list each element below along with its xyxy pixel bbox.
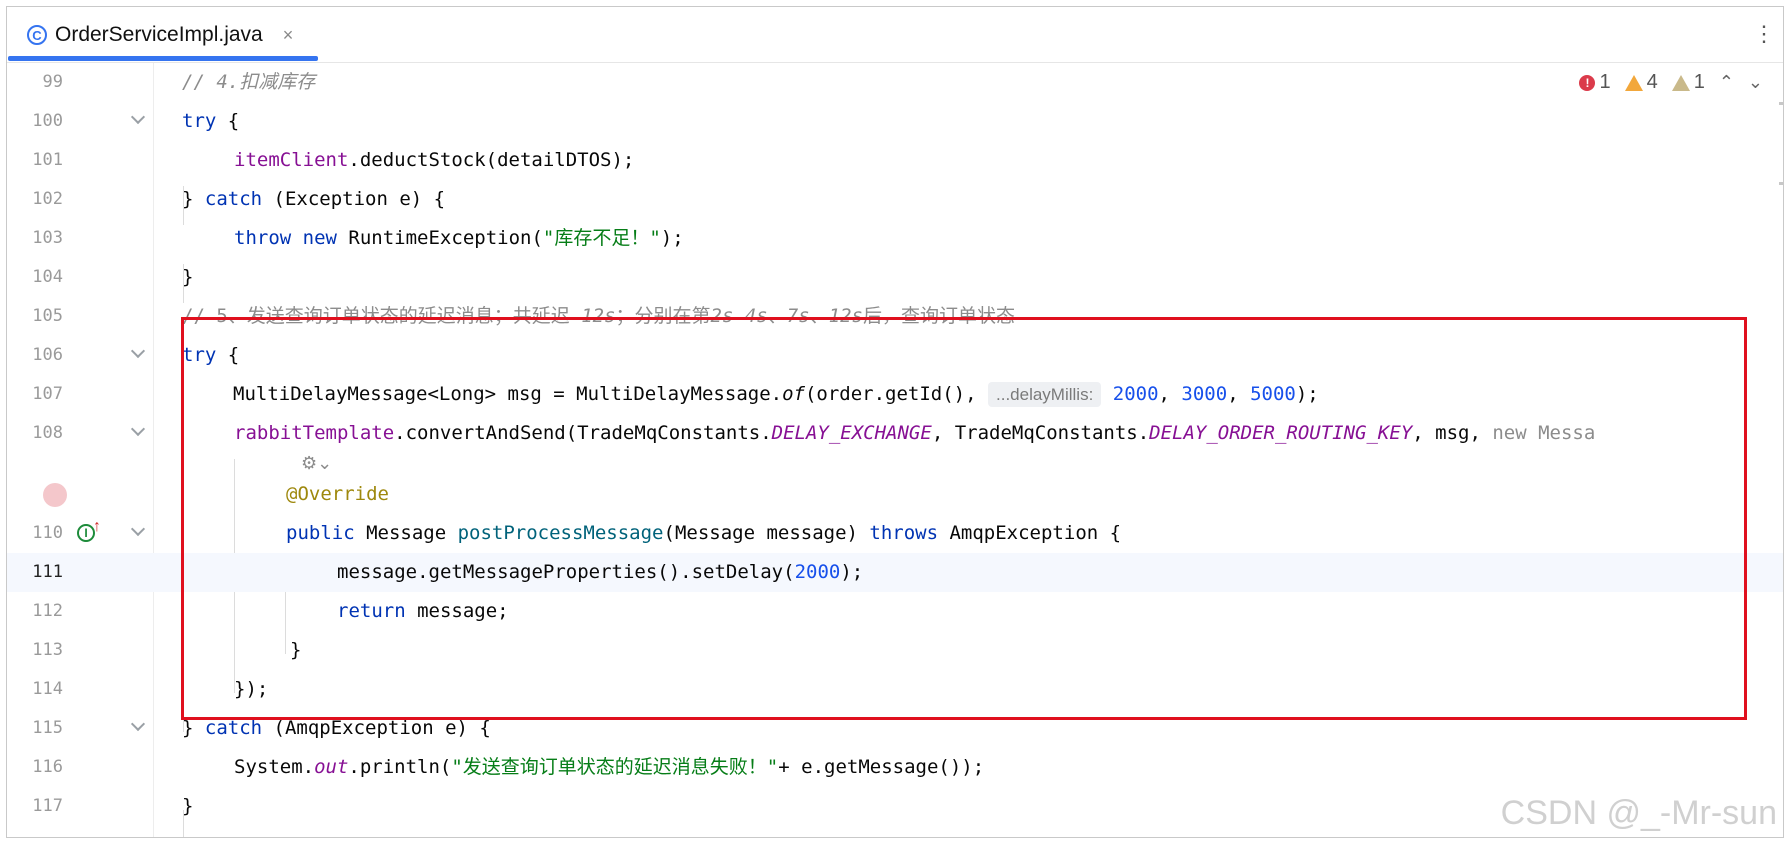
fold-icon[interactable] <box>130 343 146 359</box>
code-line: 99 // 4.扣减库存 <box>7 63 1783 102</box>
watermark: CSDN @_-Mr-sun <box>1500 794 1777 832</box>
line-number: 113 <box>32 640 63 660</box>
line-number: 112 <box>32 601 63 621</box>
code-text: } <box>182 795 194 817</box>
code-text: } <box>182 266 194 288</box>
breakpoint-icon[interactable] <box>43 483 67 507</box>
code-line: 104 } <box>7 258 1783 297</box>
active-tab-indicator <box>8 56 318 61</box>
line-number: 99 <box>42 72 63 92</box>
line-number: 111 <box>32 562 63 582</box>
fold-icon[interactable] <box>130 421 146 437</box>
line-number: 104 <box>32 267 63 287</box>
code-text: // 4.扣减库存 <box>182 71 316 93</box>
line-number: 116 <box>32 757 63 777</box>
code-line: 116 System.out.println("发送查询订单状态的延迟消息失败！… <box>7 748 1783 787</box>
line-number: 103 <box>32 228 63 248</box>
tab-title: OrderServiceImpl.java <box>55 23 263 46</box>
code-line: 101 itemClient.deductStock(detailDTOS); <box>7 141 1783 180</box>
code-line: 102 } catch (Exception e) { <box>7 180 1783 219</box>
line-number: 117 <box>32 796 63 816</box>
annotation-highlight-box <box>181 317 1747 720</box>
line-number: 108 <box>32 423 63 443</box>
line-number: 114 <box>32 679 63 699</box>
editor-window: C OrderServiceImpl.java × ⋮ ! 1 4 1 ⌃ ⌄ <box>6 6 1784 838</box>
code-line: 103 throw new RuntimeException("库存不足！"); <box>7 219 1783 258</box>
code-text: itemClient.deductStock(detailDTOS); <box>234 149 635 171</box>
line-number: 107 <box>32 384 63 404</box>
tab-bar: C OrderServiceImpl.java × ⋮ <box>7 7 1783 63</box>
code-text: System.out.println("发送查询订单状态的延迟消息失败！"+ e… <box>234 756 985 778</box>
code-text: try { <box>182 110 240 132</box>
line-number: 102 <box>32 189 63 209</box>
more-options-icon[interactable]: ⋮ <box>1753 21 1775 47</box>
class-file-icon: C <box>27 25 47 45</box>
close-icon[interactable]: × <box>283 25 294 46</box>
line-number: 106 <box>32 345 63 365</box>
code-text: } catch (Exception e) { <box>182 188 446 210</box>
scrollbar-marker[interactable] <box>1779 182 1783 185</box>
override-arrow-icon: ↑ <box>93 518 101 535</box>
code-text: throw new RuntimeException("库存不足！"); <box>234 227 684 249</box>
scrollbar-marker[interactable] <box>1779 102 1783 105</box>
fold-icon[interactable] <box>130 716 146 732</box>
line-number: 101 <box>32 150 63 170</box>
fold-icon[interactable] <box>130 521 146 537</box>
line-number: 110 <box>32 523 63 543</box>
line-number: 105 <box>32 306 63 326</box>
line-number: 100 <box>32 111 63 131</box>
code-line: 100 try { <box>7 102 1783 141</box>
line-number: 115 <box>32 718 63 738</box>
fold-icon[interactable] <box>130 109 146 125</box>
tab-order-service-impl[interactable]: C OrderServiceImpl.java × <box>13 15 323 55</box>
